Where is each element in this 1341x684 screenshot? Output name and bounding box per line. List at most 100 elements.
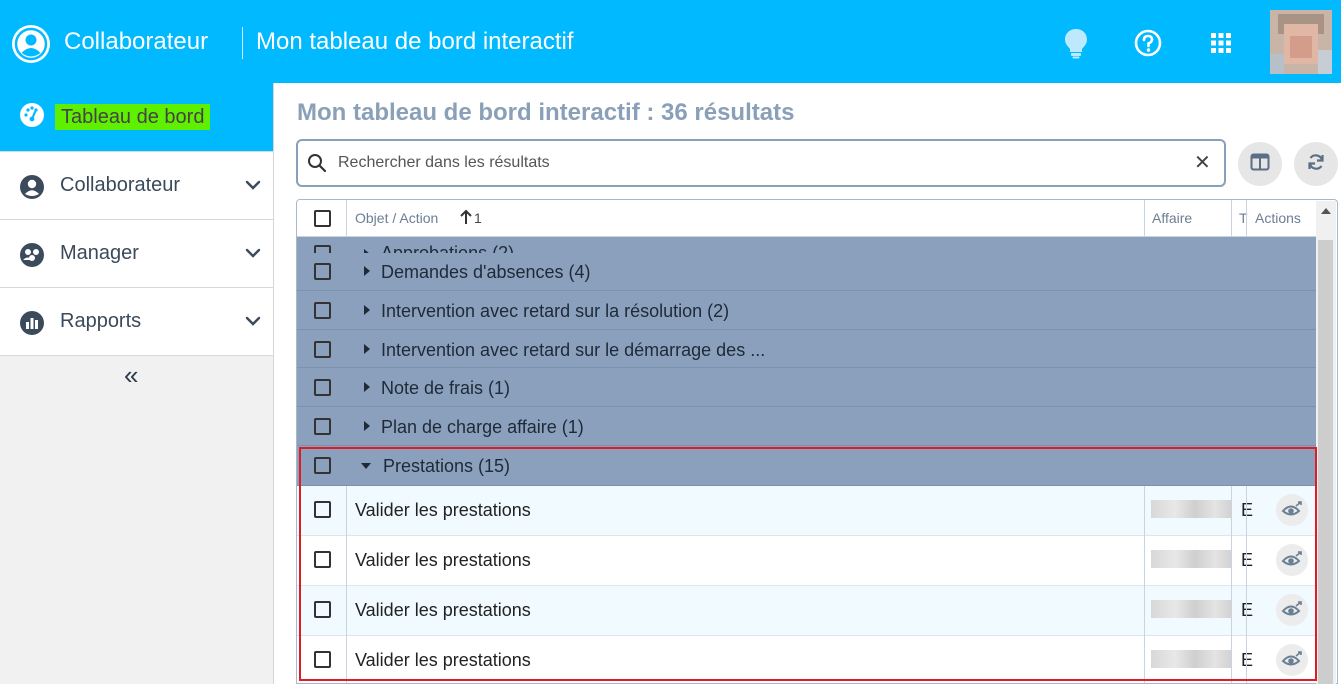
- group-row[interactable]: Prestations (15): [297, 446, 1316, 486]
- group-label: Plan de charge affaire (1): [381, 417, 584, 437]
- expand-icon: [364, 305, 370, 315]
- row-checkbox[interactable]: [314, 601, 331, 618]
- group-label: Intervention avec retard sur la résoluti…: [381, 301, 730, 321]
- expand-icon: [364, 266, 370, 276]
- row-checkbox[interactable]: [314, 501, 331, 518]
- sidebar-item-label: Tableau de bord: [55, 104, 211, 130]
- sort-ascending-icon[interactable]: [459, 209, 473, 230]
- column-divider: [346, 200, 347, 237]
- group-row[interactable]: Note de frais (1): [297, 368, 1316, 407]
- expand-icon: [364, 421, 370, 431]
- search-icon: [307, 153, 327, 178]
- row-checkbox[interactable]: [314, 651, 331, 668]
- sidebar-item-collaborateur[interactable]: Collaborateur: [0, 151, 273, 219]
- row-checkbox[interactable]: [314, 263, 331, 280]
- chevron-down-icon: [244, 176, 262, 199]
- row-label[interactable]: Valider les prestations: [355, 500, 531, 521]
- page-title: Mon tableau de bord interactif : 36 résu…: [297, 99, 795, 126]
- search-box: ✕: [296, 139, 1226, 187]
- row-checkbox[interactable]: [314, 418, 331, 435]
- search-input[interactable]: [338, 151, 1178, 175]
- dashboard-icon: [19, 102, 45, 133]
- group-row[interactable]: Plan de charge affaire (1): [297, 407, 1316, 446]
- redacted-affaire: [1151, 650, 1231, 668]
- table-row[interactable]: Valider les prestations E: [297, 486, 1316, 536]
- row-checkbox[interactable]: [314, 551, 331, 568]
- view-action-button[interactable]: [1276, 544, 1308, 576]
- sidebar-item-rapports[interactable]: Rapports: [0, 287, 273, 356]
- group-row[interactable]: Demandes d'absences (4): [297, 253, 1316, 291]
- row-label[interactable]: Valider les prestations: [355, 550, 531, 571]
- view-action-button[interactable]: [1276, 644, 1308, 676]
- user-icon: [19, 174, 45, 205]
- apps-grid-icon[interactable]: [1206, 28, 1236, 58]
- row-label[interactable]: Valider les prestations: [355, 650, 531, 671]
- row-label[interactable]: Valider les prestations: [355, 600, 531, 621]
- column-divider: [1144, 536, 1145, 586]
- column-header-object[interactable]: Objet / Action: [355, 210, 438, 226]
- select-all-checkbox[interactable]: [314, 210, 331, 227]
- redacted-affaire: [1151, 600, 1231, 618]
- expand-icon: [364, 344, 370, 354]
- sidebar-item-label: Manager: [60, 242, 139, 264]
- sidebar-item-dashboard[interactable]: Tableau de bord: [0, 83, 273, 151]
- column-divider: [1231, 486, 1232, 536]
- view-action-button[interactable]: [1276, 594, 1308, 626]
- group-row[interactable]: Intervention avec retard sur le démarrag…: [297, 330, 1316, 368]
- table-row[interactable]: Valider les prestations E: [297, 536, 1316, 586]
- expand-icon: [364, 382, 370, 392]
- row-type: E: [1241, 600, 1254, 620]
- top-bar: Collaborateur Mon tableau de bord intera…: [0, 0, 1341, 83]
- scroll-up-icon[interactable]: [1318, 203, 1334, 219]
- lightbulb-icon[interactable]: [1061, 28, 1091, 59]
- group-label: Approbations (2): [381, 243, 515, 253]
- group-label: Prestations (15): [383, 456, 511, 476]
- column-divider: [1246, 636, 1247, 683]
- group-row[interactable]: Approbations (2): [297, 237, 1316, 253]
- row-type: E: [1241, 650, 1254, 670]
- columns-toggle-button[interactable]: [1238, 142, 1282, 186]
- column-divider: [1144, 200, 1145, 237]
- column-header-affaire[interactable]: Affaire: [1152, 210, 1192, 226]
- row-checkbox[interactable]: [314, 379, 331, 396]
- collapse-icon: [361, 463, 371, 469]
- refresh-button[interactable]: [1294, 142, 1338, 186]
- group-label: Note de frais (1): [381, 378, 511, 398]
- header-divider: [242, 27, 243, 59]
- group-row[interactable]: Intervention avec retard sur la résoluti…: [297, 291, 1316, 330]
- view-action-button[interactable]: [1276, 494, 1308, 526]
- column-divider: [1246, 586, 1247, 636]
- chevron-down-icon: [244, 244, 262, 267]
- clear-search-icon[interactable]: ✕: [1194, 153, 1211, 173]
- row-checkbox[interactable]: [314, 341, 331, 358]
- columns-icon: [1250, 153, 1270, 176]
- column-divider: [1144, 486, 1145, 536]
- avatar[interactable]: [1270, 10, 1332, 74]
- team-icon: [19, 242, 45, 273]
- column-divider: [346, 586, 347, 636]
- page-heading: Mon tableau de bord interactif: [256, 28, 574, 55]
- column-divider: [1231, 200, 1232, 237]
- sidebar-item-label: Rapports: [60, 310, 142, 332]
- collapse-sidebar-button[interactable]: «: [124, 362, 138, 388]
- redacted-affaire: [1151, 550, 1231, 568]
- sidebar-item-manager[interactable]: Manager: [0, 219, 273, 287]
- column-divider: [346, 536, 347, 586]
- view-icon: [1281, 601, 1302, 616]
- row-checkbox[interactable]: [314, 245, 331, 253]
- row-checkbox[interactable]: [314, 457, 331, 474]
- app-name[interactable]: Collaborateur: [64, 28, 208, 56]
- table-header: Objet / Action 1 Affaire T Actions: [297, 200, 1316, 237]
- table-row[interactable]: Valider les prestations E: [297, 636, 1316, 683]
- view-icon: [1281, 551, 1302, 566]
- column-divider: [1144, 586, 1145, 636]
- scrollbar-thumb[interactable]: [1318, 240, 1333, 684]
- row-checkbox[interactable]: [314, 302, 331, 319]
- group-label: Intervention avec retard sur le démarrag…: [381, 340, 766, 360]
- user-circle-icon[interactable]: [12, 25, 50, 63]
- sidebar: Tableau de bord Collaborateur Manager Ra…: [0, 83, 274, 684]
- row-type: E: [1241, 500, 1254, 520]
- table-row[interactable]: Valider les prestations E: [297, 586, 1316, 636]
- help-icon[interactable]: [1133, 28, 1163, 58]
- column-divider: [1231, 636, 1232, 683]
